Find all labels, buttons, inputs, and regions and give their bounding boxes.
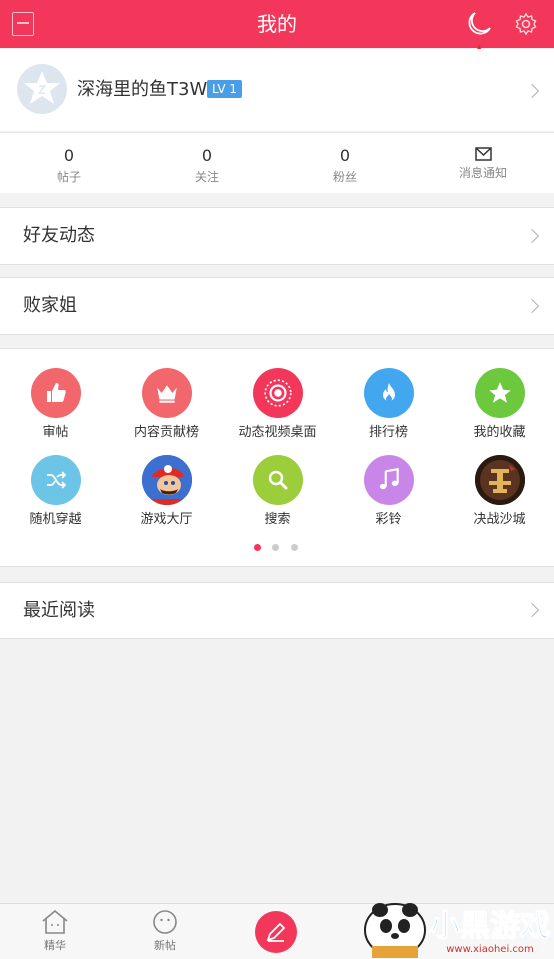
chevron-right-icon	[524, 83, 540, 99]
grid-label: 彩铃	[375, 512, 402, 527]
stat-messages[interactable]: 消息通知	[414, 133, 552, 194]
page-dot-active	[254, 544, 261, 551]
following-label: 关注	[194, 170, 219, 184]
username: 深海里的鱼T3W	[77, 79, 208, 100]
stat-fans[interactable]: 0 粉丝	[276, 133, 414, 194]
mail-icon	[474, 147, 492, 161]
grid-label: 我的收藏	[473, 425, 526, 440]
page-dot	[291, 544, 298, 551]
thumbs-up-icon	[30, 368, 81, 418]
grid-label: 内容贡献榜	[133, 425, 199, 440]
grid-item-search[interactable]: 搜索	[222, 455, 333, 528]
grid-label: 排行榜	[368, 425, 408, 440]
profile-row[interactable]: Z 深海里的鱼T3W LV 1	[0, 49, 554, 131]
grid-item-review-posts[interactable]: 审帖	[0, 368, 111, 441]
tab-label: 精华	[44, 939, 66, 952]
compose-button[interactable]	[255, 911, 297, 953]
grid-label: 决战沙城	[473, 512, 526, 527]
baijiajie-row[interactable]: 败家姐	[0, 277, 554, 335]
smiley-icon	[153, 910, 177, 934]
tab-featured[interactable]: 精华	[0, 904, 110, 959]
grid-label: 动态视频桌面	[238, 425, 317, 440]
flame-icon	[363, 368, 414, 418]
settings-gear-icon[interactable]	[514, 12, 538, 36]
feature-grid: 审帖 内容贡献榜 动态视频桌面 排行榜 我的收藏 随机穿越 游戏大厅 搜索 彩铃…	[0, 348, 554, 567]
grid-item-random-travel[interactable]: 随机穿越	[0, 455, 111, 528]
grid-item-video-wallpaper[interactable]: 动态视频桌面	[222, 368, 333, 441]
watermark-logo: 小黑游戏 www.xiaohei.com	[364, 903, 551, 958]
stat-following[interactable]: 0 关注	[138, 133, 276, 194]
star-icon	[474, 368, 525, 418]
mario-avatar-icon	[141, 455, 192, 505]
friends-activity-label: 好友动态	[23, 225, 95, 246]
friends-activity-row[interactable]: 好友动态	[0, 207, 554, 265]
stat-posts[interactable]: 0 帖子	[0, 133, 138, 194]
posts-count: 0	[63, 146, 75, 165]
svg-text:www.xiaohei.com: www.xiaohei.com	[446, 944, 534, 955]
recent-reading-label: 最近阅读	[23, 600, 95, 621]
night-mode-moon-icon[interactable]	[466, 11, 492, 37]
svg-text:小黑游戏: 小黑游戏	[430, 909, 550, 944]
dragon-game-icon	[474, 455, 525, 505]
posts-label: 帖子	[56, 170, 81, 184]
fans-label: 粉丝	[332, 170, 357, 184]
tab-label: 新帖	[154, 939, 176, 952]
pencil-compose-icon	[266, 922, 286, 942]
following-count: 0	[201, 146, 213, 165]
chevron-right-icon	[524, 298, 540, 314]
stats-bar: 0 帖子 0 关注 0 粉丝 消息通知	[0, 132, 554, 193]
grid-item-favorites[interactable]: 我的收藏	[444, 368, 554, 441]
chevron-right-icon	[524, 228, 540, 244]
shuffle-icon	[30, 455, 81, 505]
grid-item-game-hall[interactable]: 游戏大厅	[111, 455, 222, 528]
grid-label: 审帖	[42, 425, 69, 440]
grid-label: 搜索	[264, 512, 291, 527]
grid-item-ringtone[interactable]: 彩铃	[333, 455, 444, 528]
svg-text:Z: Z	[38, 83, 45, 97]
grid-label: 游戏大厅	[140, 512, 193, 527]
grid-item-leaderboard[interactable]: 排行榜	[333, 368, 444, 441]
record-icon	[252, 368, 303, 418]
house-icon	[42, 909, 68, 934]
recent-reading-row[interactable]: 最近阅读	[0, 582, 554, 639]
search-icon	[252, 455, 303, 505]
grid-item-battle-city[interactable]: 决战沙城	[444, 455, 554, 528]
music-note-icon	[363, 455, 414, 505]
level-badge: LV 1	[207, 80, 243, 98]
chevron-right-icon	[524, 602, 540, 618]
baijiajie-label: 败家姐	[23, 295, 77, 316]
grid-item-contribution-rank[interactable]: 内容贡献榜	[111, 368, 222, 441]
tab-new-posts[interactable]: 新帖	[110, 904, 220, 959]
messages-label: 消息通知	[458, 166, 507, 180]
grid-label: 随机穿越	[29, 512, 82, 527]
page-indicator	[254, 544, 304, 552]
default-avatar-star-icon: Z	[24, 71, 60, 104]
fans-count: 0	[339, 146, 351, 165]
crown-icon	[141, 368, 192, 418]
page-dot	[272, 544, 279, 551]
avatar[interactable]: Z	[17, 64, 67, 114]
